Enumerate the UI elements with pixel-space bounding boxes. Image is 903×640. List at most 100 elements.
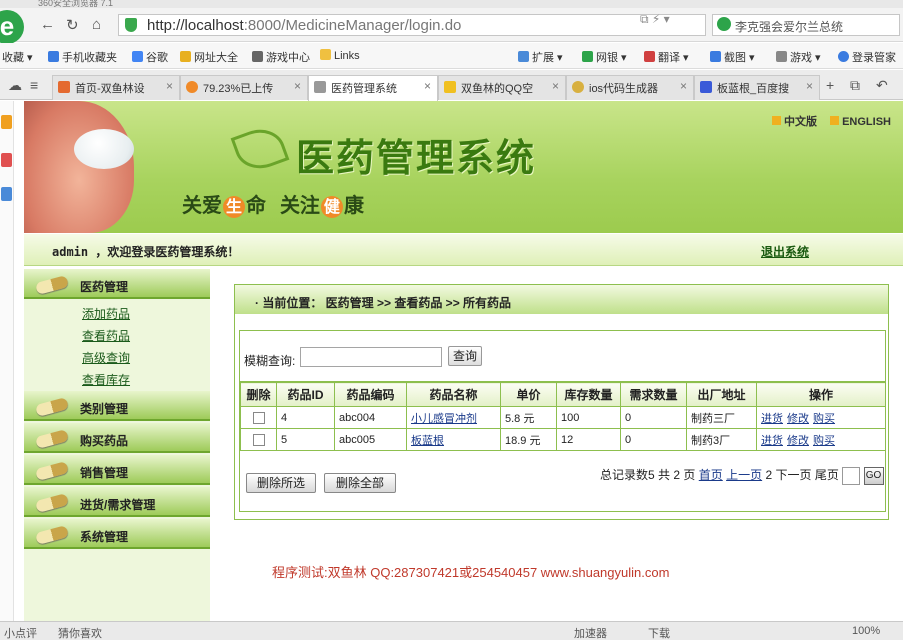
bookmark-item[interactable]: Links — [320, 49, 360, 62]
row-checkbox[interactable] — [252, 433, 265, 446]
row-actions: 进货 修改 购买 — [756, 428, 886, 451]
sidebar-section-sales[interactable]: 销售管理 — [24, 455, 210, 485]
bookmark-item[interactable]: 游戏 ▾ — [776, 49, 821, 65]
tab-menu-icon[interactable]: ≡ — [30, 77, 38, 93]
bookmark-item[interactable]: 网址大全 — [180, 49, 238, 65]
address-tools-icon[interactable]: ⧉ ⚡ ▾ — [640, 12, 670, 27]
medicine-stock: 100 — [556, 406, 621, 429]
medicine-name-cell: 小儿感冒冲剂 — [406, 406, 501, 429]
bookmarks-bar: 收藏 ▾ 手机收藏夹 谷歌 网址大全 游戏中心 Links 扩展 ▾ 网银 ▾ … — [0, 43, 903, 69]
bookmark-item[interactable]: 收藏 ▾ — [2, 49, 33, 65]
welcome-text: admin ，欢迎登录医药管理系统！ — [52, 245, 240, 259]
status-zoom[interactable]: 100% — [852, 625, 880, 637]
sidebar-section-medicine[interactable]: 医药管理 — [24, 269, 210, 299]
sidebar-tool-icon[interactable] — [1, 153, 12, 167]
browser-tab[interactable]: 板蓝根_百度搜 × — [694, 75, 820, 100]
bookmark-item[interactable]: 网银 ▾ — [582, 49, 627, 65]
keyword-search-input[interactable] — [300, 347, 442, 367]
sidebar-item-view-stock[interactable]: 查看库存 — [82, 371, 130, 388]
bookmark-item[interactable]: 登录管家 — [838, 49, 896, 65]
row-checkbox[interactable] — [252, 411, 265, 424]
go-button[interactable]: GO — [863, 466, 884, 485]
tab-favicon-icon — [572, 81, 584, 93]
close-icon[interactable]: × — [680, 79, 687, 93]
tab-favicon-icon — [186, 81, 198, 93]
status-guess[interactable]: 猜你喜欢 — [58, 625, 102, 640]
address-bar[interactable]: http://localhost:8000/MedicineManager/lo… — [118, 14, 706, 36]
buy-link[interactable]: 购买 — [813, 413, 835, 425]
tab-strip: ☁ ≡ 首页-双鱼林设 × 79.23%已上传 × 医药管理系统 × 双鱼林的QQ空 ×… — [0, 70, 903, 101]
browser-window: 360安全浏览器 7.1 e ← ↻ ⌂ http://localhost:80… — [0, 0, 903, 640]
prev-page-link[interactable]: 上一页 — [726, 468, 762, 482]
search-row: 模糊查询: 查询 — [240, 331, 885, 382]
bookmark-item[interactable]: 截图 ▾ — [710, 49, 755, 65]
bookmark-item[interactable]: 游戏中心 — [252, 49, 310, 65]
screenshot-icon — [710, 51, 721, 62]
sidebar-tool-icon[interactable] — [1, 187, 12, 201]
close-icon[interactable]: × — [806, 79, 813, 93]
close-icon[interactable]: × — [424, 79, 431, 93]
edit-link[interactable]: 修改 — [787, 435, 809, 447]
browser-logo-icon[interactable]: e — [0, 10, 24, 44]
browser-tab[interactable]: 双鱼林的QQ空 × — [438, 75, 566, 100]
close-icon[interactable]: × — [552, 79, 559, 93]
column-header: 药品ID — [276, 382, 335, 407]
delete-all-button[interactable]: 删除全部 — [324, 473, 396, 493]
sidebar-item-view-medicine[interactable]: 查看药品 — [82, 327, 130, 344]
lang-english-link[interactable]: ENGLISH — [830, 116, 891, 128]
browser-tab[interactable]: ios代码生成器 × — [566, 75, 694, 100]
search-box[interactable]: 李克强会爱尔兰总统 — [712, 14, 900, 36]
refresh-icon[interactable]: ↻ — [66, 16, 79, 34]
url-text[interactable]: http://localhost:8000/MedicineManager/lo… — [147, 17, 461, 34]
medicine-price: 5.8 元 — [500, 406, 557, 429]
sidebar-tool-icon[interactable] — [1, 115, 12, 129]
delete-selected-button[interactable]: 删除所选 — [246, 473, 316, 493]
tab-list-icon[interactable]: ⧉ — [850, 77, 860, 94]
browser-tab[interactable]: 首页-双鱼林设 × — [52, 75, 180, 100]
page-number-input[interactable] — [842, 466, 861, 485]
medicine-id: 4 — [276, 406, 335, 429]
sidebar-section-system[interactable]: 系统管理 — [24, 519, 210, 549]
home-icon[interactable]: ⌂ — [92, 16, 101, 33]
close-icon[interactable]: × — [166, 79, 173, 93]
sidebar-item-advanced-search[interactable]: 高级查询 — [82, 349, 130, 366]
lang-chinese-link[interactable]: 中文版 — [772, 116, 817, 128]
restock-link[interactable]: 进货 — [761, 413, 783, 425]
bookmark-item[interactable]: 谷歌 — [132, 49, 168, 65]
back-icon[interactable]: ← — [40, 16, 55, 33]
bookmark-item[interactable]: 扩展 ▾ — [518, 49, 563, 65]
medicine-name-link[interactable]: 小儿感冒冲剂 — [411, 413, 477, 425]
sidebar-section-purchase[interactable]: 购买药品 — [24, 423, 210, 453]
status-accelerator[interactable]: 加速器 — [574, 625, 607, 640]
extension-icon — [518, 51, 529, 62]
capsule-icon — [34, 397, 70, 417]
welcome-bar: admin ，欢迎登录医药管理系统！ 退出系统 — [24, 234, 903, 266]
undo-close-icon[interactable]: ↶ — [876, 77, 888, 94]
buy-link[interactable]: 购买 — [813, 435, 835, 447]
column-header: 出厂地址 — [686, 382, 757, 407]
bookmark-item[interactable]: 翻译 ▾ — [644, 49, 689, 65]
browser-tab[interactable]: 79.23%已上传 × — [180, 75, 308, 100]
search-input[interactable]: 李克强会爱尔兰总统 — [735, 18, 843, 35]
new-tab-icon[interactable]: + — [826, 77, 834, 93]
sidebar-section-stock-demand[interactable]: 进货/需求管理 — [24, 487, 210, 517]
medicine-name-link[interactable]: 板蓝根 — [411, 435, 444, 447]
first-page-link[interactable]: 首页 — [699, 468, 723, 482]
login-manager-icon — [838, 51, 849, 62]
browser-tab-active[interactable]: 医药管理系统 × — [308, 75, 438, 101]
edit-link[interactable]: 修改 — [787, 413, 809, 425]
cloud-icon[interactable]: ☁ — [8, 77, 22, 94]
bookmark-item[interactable]: 手机收藏夹 — [48, 49, 117, 65]
folder-icon — [320, 49, 331, 60]
row-actions: 进货 修改 购买 — [756, 406, 886, 429]
status-download[interactable]: 下载 — [648, 625, 670, 640]
close-icon[interactable]: × — [294, 79, 301, 93]
restock-link[interactable]: 进货 — [761, 435, 783, 447]
column-header: 药品编码 — [334, 382, 407, 407]
search-button[interactable]: 查询 — [448, 346, 482, 366]
sidebar-item-add-medicine[interactable]: 添加药品 — [82, 305, 130, 322]
web-page: 医药管理系统 关爱生命 关注健康 中文版 ENGLISH admin ，欢迎登录… — [14, 101, 903, 621]
logout-link[interactable]: 退出系统 — [761, 243, 809, 260]
status-review[interactable]: 小点评 — [4, 625, 37, 640]
sidebar-section-category[interactable]: 类别管理 — [24, 391, 210, 421]
